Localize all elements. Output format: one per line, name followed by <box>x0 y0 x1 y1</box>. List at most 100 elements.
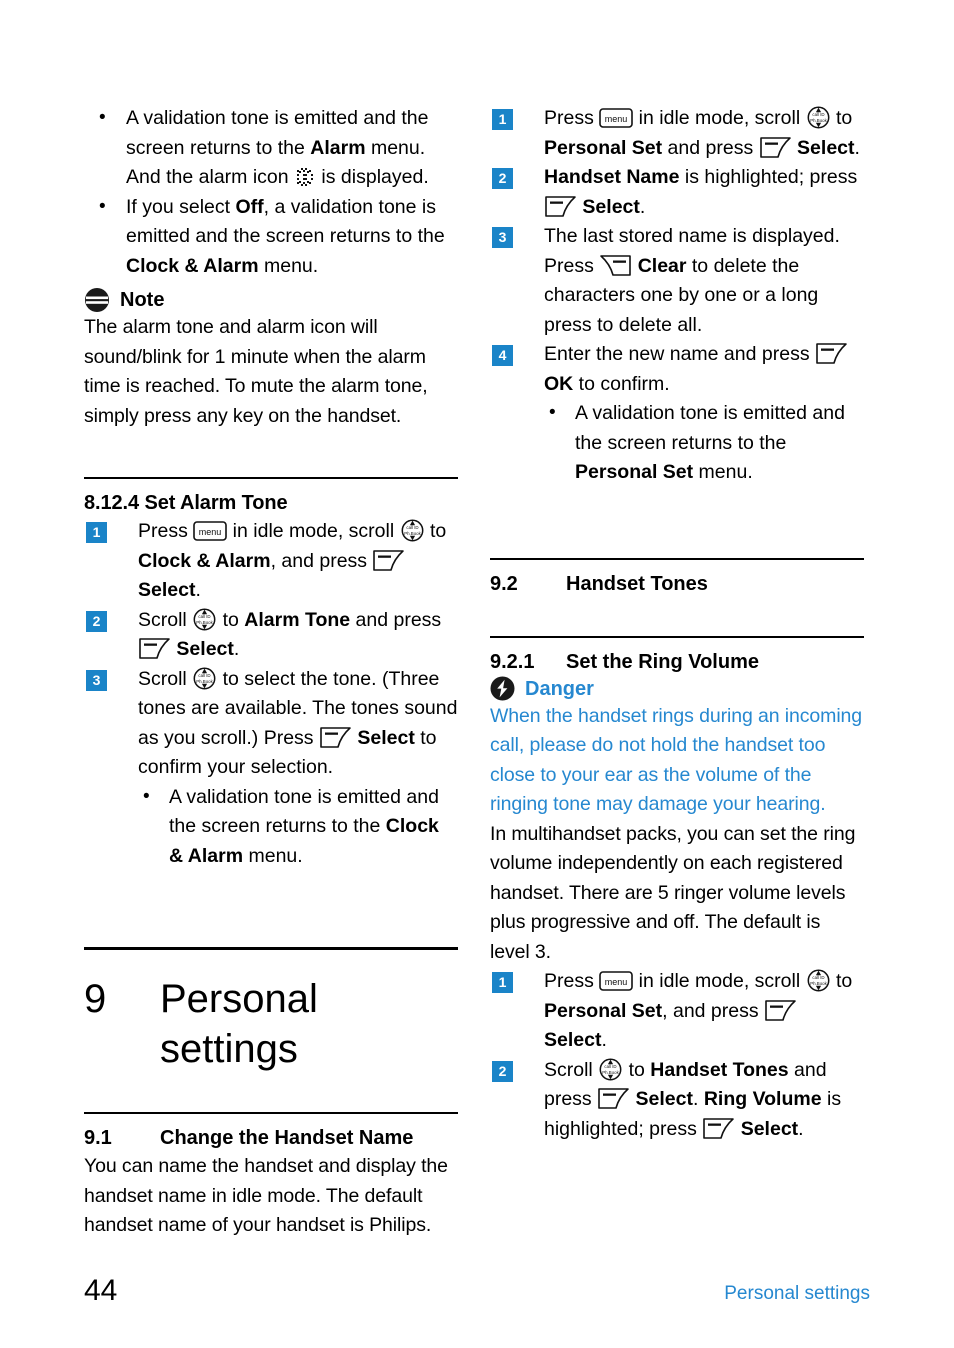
bullet-item: A validation tone is emitted and the scr… <box>84 103 458 193</box>
sub-bullet-item: A validation tone is emitted and the scr… <box>138 782 458 872</box>
nav-key-icon: call ID Ph.Book <box>192 666 217 691</box>
page-number: 44 <box>84 1274 118 1307</box>
emphasis-text: Select <box>544 1029 602 1051</box>
note-title: Note <box>120 289 165 311</box>
section-9-1-body: You can name the handset and display the… <box>84 1155 448 1236</box>
step-text: Press menu in idle mode, scroll call ID P… <box>544 968 853 1051</box>
heading-9-2-1-title: Set the Ring Volume <box>566 650 759 673</box>
step-item: 3 The last stored name is displayed. Pres… <box>490 222 864 340</box>
emphasis-text: Clock & Alarm <box>126 254 259 277</box>
menu-key-icon: menu <box>599 108 634 128</box>
svg-text:Ph.Book: Ph.Book <box>196 620 213 625</box>
steps-set-ring-volume: 1 Press menu in idle mode, scroll call ID… <box>490 967 864 1144</box>
emphasis-text: Handset Tones <box>650 1058 789 1081</box>
step-text: Scroll call ID Ph.Book to Alarm Tone and … <box>138 607 442 660</box>
heading-9-2-title: Handset Tones <box>566 572 708 595</box>
emphasis-text: Alarm Tone <box>244 608 351 631</box>
svg-text:menu: menu <box>605 977 628 987</box>
step-sub-bullet-list: A validation tone is emitted and the scr… <box>138 782 458 872</box>
step-item: 1 Press menu in idle mode, scroll call ID… <box>84 517 458 606</box>
emphasis-text: Personal Set <box>544 136 663 159</box>
svg-text:call ID: call ID <box>199 614 211 619</box>
step-text: The last stored name is displayed. Press… <box>544 225 840 336</box>
chapter-name: Personal settings <box>160 977 318 1071</box>
alarm-clock-icon <box>294 167 316 187</box>
step-number-badge: 3 <box>86 669 107 691</box>
emphasis-text: OK <box>544 372 574 395</box>
heading-9-2: 9.2 Handset Tones <box>490 570 864 598</box>
step-sub-bullet-list: A validation tone is emitted and the scr… <box>544 398 864 488</box>
step-number-badge: 2 <box>492 168 513 189</box>
step-item: 4 Enter the new name and press OK to conf… <box>490 340 864 488</box>
svg-text:call ID: call ID <box>812 112 824 117</box>
svg-text:call ID: call ID <box>199 673 211 678</box>
left-softkey-icon <box>597 1087 630 1110</box>
step-text: Scroll call ID Ph.Book to Handset Tones a… <box>544 1057 842 1140</box>
svg-text:menu: menu <box>199 527 222 537</box>
step-number-badge: 1 <box>492 972 513 993</box>
emphasis-text: Select <box>138 579 196 601</box>
bullet-item: If you select Off, a validation tone is … <box>84 192 458 282</box>
step-number-badge: 2 <box>492 1060 513 1082</box>
steps-change-handset-name: 1 Press menu in idle mode, scroll call ID… <box>490 104 864 488</box>
svg-text:call ID: call ID <box>406 525 418 530</box>
step-item: 2 Scroll call ID Ph.Book to Handset Tones … <box>490 1056 864 1145</box>
step-number-badge: 1 <box>86 522 107 543</box>
menu-key-icon: menu <box>599 971 634 991</box>
note-body: The alarm tone and alarm icon will sound… <box>84 316 428 427</box>
step-text: Press menu in idle mode, scroll call ID P… <box>544 106 860 159</box>
emphasis-text: Select <box>357 726 415 749</box>
emphasis-text: Select <box>740 1117 799 1140</box>
step-number-badge: 3 <box>492 227 513 248</box>
emphasis-text: Select <box>635 1088 693 1110</box>
danger-title: Danger <box>525 677 594 700</box>
emphasis-text: Clear <box>637 254 687 277</box>
step-text: Handset Name is highlighted; press Selec… <box>544 166 858 218</box>
right-column: 1 Press menu in idle mode, scroll call ID… <box>490 104 864 1144</box>
heading-9-1-number: 9.1 <box>84 1127 112 1149</box>
svg-text:Ph.Book: Ph.Book <box>602 1070 619 1075</box>
left-softkey-icon <box>372 549 405 572</box>
heading-9-1: 9.1 Change the Handset Name <box>84 1124 458 1152</box>
step-number-badge: 1 <box>492 109 513 130</box>
left-softkey-icon <box>138 637 171 660</box>
emphasis-text: Select <box>797 136 855 159</box>
heading-8-12-4: 8.12.4 Set Alarm Tone <box>84 492 288 514</box>
svg-text:call ID: call ID <box>605 1064 617 1069</box>
footer-section-label: Personal settings <box>724 1283 870 1304</box>
svg-text:Ph.Book: Ph.Book <box>810 118 827 123</box>
step-item: 1 Press menu in idle mode, scroll call ID… <box>490 104 864 163</box>
steps-set-alarm-tone: 1 Press menu in idle mode, scroll call ID… <box>84 517 458 871</box>
manual-page: A validation tone is emitted and the scr… <box>0 0 954 1348</box>
sub-bullet-item: A validation tone is emitted and the scr… <box>544 398 864 488</box>
step-number-badge: 2 <box>86 610 107 632</box>
left-softkey-icon <box>815 342 848 365</box>
svg-text:call ID: call ID <box>812 975 824 980</box>
heading-9-2-number: 9.2 <box>490 572 518 595</box>
left-softkey-icon <box>702 1117 735 1140</box>
nav-key-icon: call ID Ph.Book <box>806 968 831 993</box>
step-item: 1 Press menu in idle mode, scroll call ID… <box>490 967 864 1056</box>
svg-text:Ph.Book: Ph.Book <box>196 679 213 684</box>
heading-9-1-title: Change the Handset Name <box>160 1127 414 1149</box>
top-bullet-list: A validation tone is emitted and the scr… <box>84 103 458 282</box>
nav-key-icon: call ID Ph.Book <box>192 607 217 632</box>
emphasis-text: Clock & Alarm <box>169 815 439 867</box>
left-softkey-icon <box>544 195 577 218</box>
left-softkey-icon <box>319 726 352 749</box>
heading-9-2-1: 9.2.1 Set the Ring Volume <box>490 648 864 676</box>
menu-key-icon: menu <box>193 521 228 541</box>
nav-key-icon: call ID Ph.Book <box>598 1057 623 1082</box>
svg-text:menu: menu <box>605 114 628 124</box>
step-number-badge: 4 <box>492 345 513 366</box>
emphasis-text: Alarm <box>310 136 366 159</box>
step-text: Scroll call ID Ph.Book to select the tone… <box>138 666 458 778</box>
danger-callout-header: Danger <box>490 676 864 702</box>
note-icon <box>84 287 110 313</box>
left-column: A validation tone is emitted and the scr… <box>84 103 458 1241</box>
step-item: 2 Handset Name is highlighted; press Sele… <box>490 163 864 222</box>
heading-9-2-1-number: 9.2.1 <box>490 650 535 673</box>
emphasis-text: Personal Set <box>544 999 663 1022</box>
svg-text:Ph.Book: Ph.Book <box>404 531 421 536</box>
step-item: 3 Scroll call ID Ph.Book to select the ton… <box>84 665 458 872</box>
